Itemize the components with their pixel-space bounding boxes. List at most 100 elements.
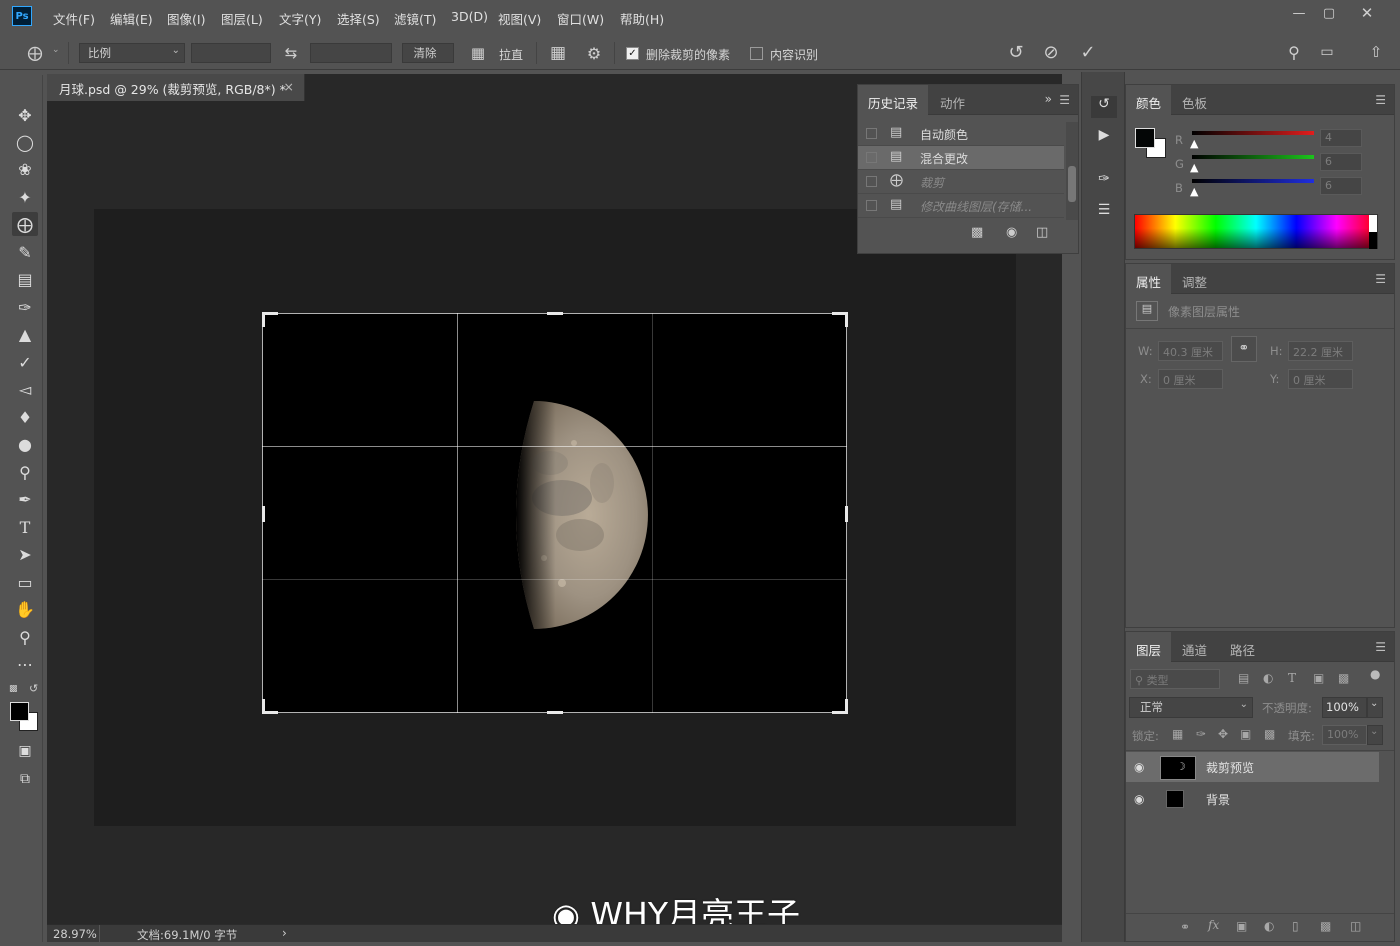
history-scrollbar[interactable] (1066, 122, 1078, 220)
lock-artboard-icon[interactable]: ▣ (1240, 727, 1251, 741)
x-field[interactable]: 0 厘米 (1158, 369, 1223, 389)
lasso-tool-icon[interactable]: ❀ (12, 157, 38, 181)
tab-channels[interactable]: 通道 (1172, 632, 1217, 662)
actions-play-icon[interactable]: ▶ (1091, 127, 1117, 149)
layer-row[interactable]: ◉ 背景 (1126, 784, 1379, 814)
crop-handle-top-right[interactable] (845, 312, 848, 327)
canvas-image[interactable] (262, 313, 847, 713)
tab-paths[interactable]: 路径 (1220, 632, 1265, 662)
opacity-field[interactable]: 100% (1322, 697, 1367, 718)
color-spectrum[interactable] (1134, 214, 1378, 249)
tab-color[interactable]: 颜色 (1126, 85, 1172, 115)
reset-icon[interactable]: ↺ (1005, 41, 1027, 63)
tab-actions[interactable]: 动作 (930, 85, 975, 115)
menu-edit[interactable]: 编辑(E) (110, 9, 153, 28)
menu-3d[interactable]: 3D(D) (451, 9, 488, 24)
new-group-icon[interactable]: ▯ (1292, 919, 1299, 933)
crop-tool-preset-icon[interactable]: ⨁ (24, 42, 46, 64)
history-brush-tool-icon[interactable]: ✓ (12, 350, 38, 374)
history-checkbox[interactable] (866, 152, 877, 163)
filter-adjustment-icon[interactable]: ◐ (1263, 671, 1273, 685)
height-ratio-input[interactable] (310, 43, 392, 63)
cancel-icon[interactable]: ⊘ (1040, 41, 1062, 63)
close-tab-icon[interactable]: × (284, 79, 294, 94)
filter-pixel-icon[interactable]: ▤ (1238, 671, 1249, 685)
history-panel-icon[interactable]: ↺ (1091, 96, 1117, 118)
clear-button[interactable]: 清除 (402, 43, 454, 63)
fill-field[interactable]: 100% (1322, 725, 1367, 745)
history-item[interactable]: ⨁ 裁剪 (858, 170, 1064, 194)
panel-menu-icon[interactable]: ☰ (1375, 93, 1386, 107)
foreground-color-swatch[interactable] (1135, 128, 1155, 148)
height-field[interactable]: 22.2 厘米 (1288, 341, 1353, 361)
panel-menu-icon[interactable]: ☰ (1059, 93, 1070, 107)
panel-menu-icon[interactable]: ☰ (1375, 640, 1386, 654)
crop-handle-right[interactable] (845, 506, 848, 522)
workspace-icon[interactable]: ▭ (1316, 41, 1338, 63)
filter-smart-object-icon[interactable]: ▩ (1338, 671, 1349, 685)
history-checkbox[interactable] (866, 176, 877, 187)
tab-adjustments[interactable]: 调整 (1172, 264, 1217, 294)
quick-mask-icon[interactable]: ▣ (12, 739, 38, 763)
snapshot-camera-icon[interactable]: ◉ (1006, 225, 1017, 240)
fill-dropdown-icon[interactable]: ⌄ (1367, 725, 1383, 745)
settings-gear-icon[interactable]: ⚙ (583, 42, 605, 64)
slider-thumb-icon[interactable]: ▲ (1190, 161, 1198, 174)
document-tab[interactable]: 月球.psd @ 29% (裁剪预览, RGB/8*) * × (47, 74, 305, 101)
menu-view[interactable]: 视图(V) (498, 9, 541, 28)
straighten-icon[interactable]: ▦ (467, 42, 489, 64)
path-selection-tool-icon[interactable]: ➤ (12, 542, 38, 566)
tab-layers[interactable]: 图层 (1126, 632, 1172, 662)
channel-r-slider[interactable] (1192, 131, 1314, 135)
menu-file[interactable]: 文件(F) (53, 9, 95, 28)
slider-thumb-icon[interactable]: ▲ (1190, 185, 1198, 198)
zoom-tool-icon[interactable]: ⚲ (12, 625, 38, 649)
history-item[interactable]: ▤ 混合更改 (858, 146, 1064, 170)
healing-brush-tool-icon[interactable]: ▤ (12, 267, 38, 291)
default-colors-icon[interactable]: ▩ (9, 684, 18, 694)
panel-menu-icon[interactable]: ☰ (1375, 272, 1386, 286)
filter-type-icon[interactable]: T (1288, 671, 1296, 685)
search-icon[interactable]: ⚲ (1283, 41, 1305, 63)
layer-filter-select[interactable]: ⚲ 类型 (1130, 669, 1220, 689)
tab-history[interactable]: 历史记录 (858, 85, 929, 115)
opacity-dropdown-icon[interactable]: ⌄ (1367, 697, 1383, 718)
new-document-from-state-icon[interactable]: ▩ (971, 225, 983, 240)
menu-help[interactable]: 帮助(H) (620, 9, 664, 28)
close-icon[interactable]: ✕ (1352, 4, 1382, 22)
black-swatch[interactable] (1369, 232, 1377, 249)
quick-select-tool-icon[interactable]: ✦ (12, 185, 38, 209)
history-item[interactable]: ▤ 自动颜色 (858, 122, 1064, 146)
history-checkbox[interactable] (866, 200, 877, 211)
brush-tool-icon[interactable]: ✑ (12, 295, 38, 319)
adjust-sliders-icon[interactable]: ☰ (1091, 202, 1117, 224)
paint-bucket-tool-icon[interactable]: ♦ (12, 405, 38, 429)
commit-check-icon[interactable]: ✓ (1077, 41, 1099, 63)
dodge-tool-icon[interactable]: ⚲ (12, 460, 38, 484)
brush-settings-icon[interactable]: ✑ (1091, 171, 1117, 193)
ratio-select[interactable]: 比例 ⌄ (79, 43, 185, 63)
white-swatch[interactable] (1369, 215, 1377, 232)
hand-tool-icon[interactable]: ✋ (12, 597, 38, 621)
foreground-color-swatch[interactable] (10, 702, 29, 721)
channel-b-value[interactable]: 6 (1320, 177, 1362, 195)
trash-icon[interactable]: ◫ (1036, 225, 1048, 240)
delete-cropped-checkbox[interactable]: ✓ (626, 47, 639, 60)
adjustment-layer-icon[interactable]: ◐ (1264, 919, 1274, 933)
tab-properties[interactable]: 属性 (1126, 264, 1172, 294)
eyedropper-tool-icon[interactable]: ✎ (12, 240, 38, 264)
filter-shape-icon[interactable]: ▣ (1313, 671, 1324, 685)
pen-tool-icon[interactable]: ✒ (12, 487, 38, 511)
lock-all-icon[interactable]: ▩ (1264, 727, 1275, 741)
width-field[interactable]: 40.3 厘米 (1158, 341, 1223, 361)
preset-dropdown-icon[interactable]: ⌄ (52, 45, 60, 55)
menu-type[interactable]: 文字(Y) (279, 9, 321, 28)
swap-colors-icon[interactable]: ↺ (29, 682, 38, 695)
rectangle-tool-icon[interactable]: ▭ (12, 570, 38, 594)
crop-tool-icon[interactable]: ⨁ (12, 212, 38, 236)
channel-b-slider[interactable] (1192, 179, 1314, 183)
collapse-icon[interactable]: » (1045, 92, 1052, 106)
blend-mode-select[interactable]: 正常 ⌄ (1129, 697, 1253, 718)
straighten-label[interactable]: 拉直 (499, 46, 523, 63)
channel-r-value[interactable]: 4 (1320, 129, 1362, 147)
